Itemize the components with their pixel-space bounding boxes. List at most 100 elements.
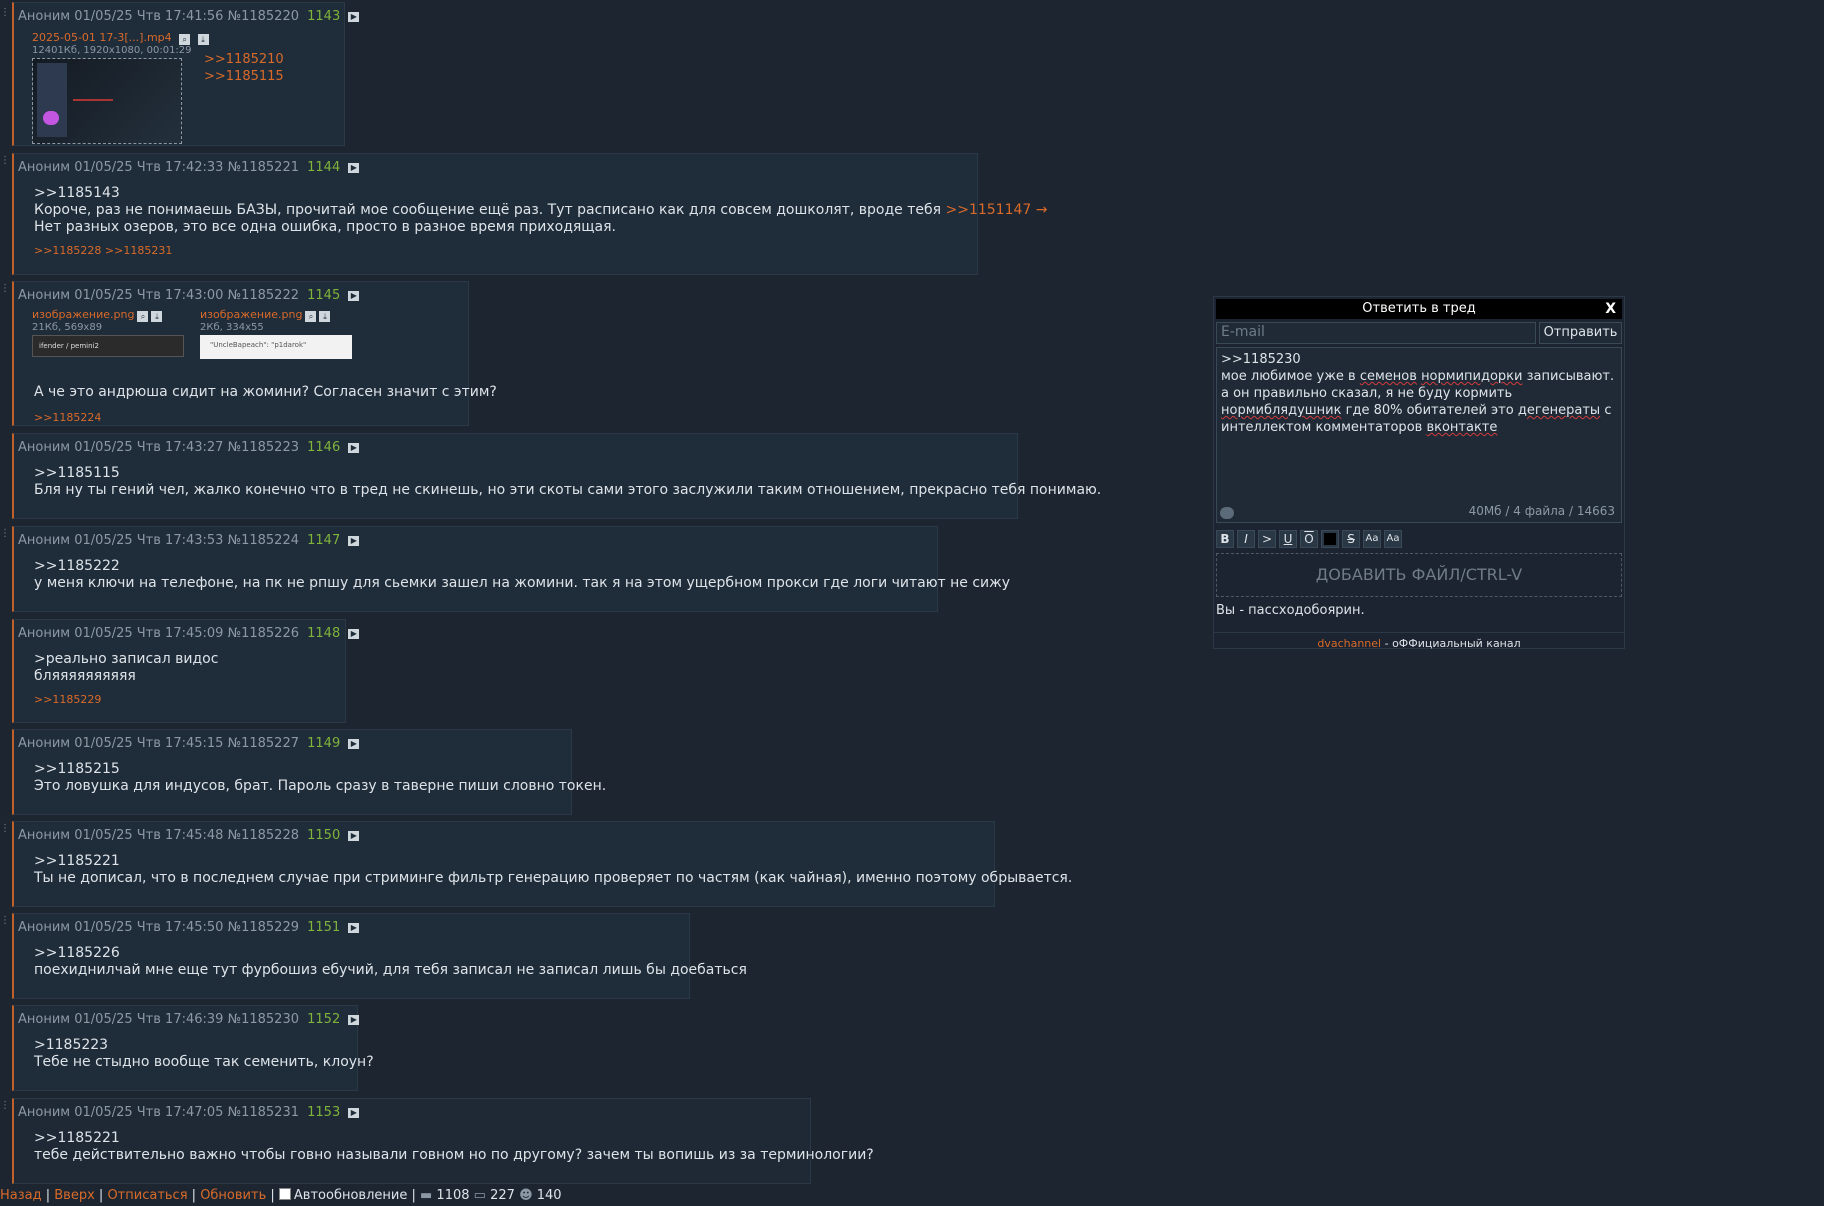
post-text: Ты не дописал, что в последнем случае пр… [34, 870, 1073, 886]
post-number: 1144 [307, 160, 341, 175]
post-id[interactable]: №1185226 [228, 626, 299, 641]
unsubscribe-link[interactable]: Отписаться [107, 1188, 187, 1203]
post-id[interactable]: №1185230 [228, 1012, 299, 1027]
reply-form: Ответить в тред X E-mail Отправить >>118… [1213, 296, 1625, 650]
quote-button[interactable]: > [1258, 530, 1276, 548]
post-1144: Аноним 01/05/25 Чтв 17:42:33 №1185221 11… [12, 153, 1047, 275]
file-block: 2025-05-01 17-3[...].mp4 ⌕ ⤓ 12401Кб, 19… [32, 29, 209, 144]
post-author: Аноним [18, 533, 71, 548]
post-header: Аноним 01/05/25 Чтв 17:47:05 №1185231 11… [18, 1105, 796, 1120]
post-author: Аноним [18, 440, 71, 455]
quote-link[interactable]: >>1185222 [34, 558, 923, 575]
post-id[interactable]: №1185228 [228, 828, 299, 843]
file-name-link[interactable]: изображение.png [32, 308, 134, 321]
post-header: Аноним 01/05/25 Чтв 17:41:56 №1185220 11… [18, 9, 360, 24]
quote-link[interactable]: >>1151147 → [945, 202, 1047, 218]
bold-button[interactable]: B [1216, 530, 1234, 548]
email-field[interactable]: E-mail [1216, 322, 1536, 344]
autorefresh-checkbox[interactable] [278, 1188, 291, 1200]
reply-links[interactable]: >>1185228 >>1185231 [34, 244, 963, 257]
post-text: Нет разных озеров, это все одна ошибка, … [34, 219, 616, 235]
play-icon[interactable]: ▶ [348, 739, 360, 749]
up-link[interactable]: Вверх [54, 1188, 95, 1203]
quote-link[interactable]: >>1185143 [34, 185, 963, 202]
users-count-icon: ☻ [519, 1188, 533, 1203]
quote-link[interactable]: >>1185221 [34, 1130, 796, 1147]
post-id[interactable]: №1185222 [228, 288, 299, 303]
post-id[interactable]: №1185229 [228, 920, 299, 935]
italic-button[interactable]: I [1237, 530, 1255, 548]
download-icon[interactable]: ⤓ [197, 34, 209, 45]
file-block: изображение.png ⌕ ⤓ 21Кб, 569x89 ifender /… [32, 306, 187, 357]
channel-link[interactable]: dvachannel [1317, 637, 1381, 650]
add-file-dropzone[interactable]: ДОБАВИТЬ ФАЙЛ/CTRL-V [1216, 553, 1622, 597]
post-id[interactable]: №1185231 [228, 1105, 299, 1120]
play-icon[interactable]: ▶ [348, 1015, 360, 1025]
quote-link[interactable]: >>1185226 [34, 945, 675, 962]
file-name-link[interactable]: 2025-05-01 17-3[...].mp4 [32, 31, 172, 44]
reply-form-title-bar[interactable]: Ответить в тред X [1216, 299, 1622, 319]
superscript-button[interactable]: Aa [1363, 530, 1381, 548]
post-text: Это ловушка для индусов, брат. Пароль ср… [34, 778, 607, 794]
search-icon[interactable]: ⌕ [137, 311, 149, 322]
play-icon[interactable]: ▶ [348, 629, 360, 639]
cloud-icon[interactable] [1220, 507, 1234, 519]
play-icon[interactable]: ▶ [348, 163, 360, 173]
message-textarea[interactable]: >>1185230 мое любимое уже в семенов норм… [1216, 347, 1622, 523]
play-icon[interactable]: ▶ [348, 831, 360, 841]
spoiler-button[interactable] [1321, 530, 1339, 548]
video-thumbnail[interactable] [32, 58, 182, 144]
post-header: Аноним 01/05/25 Чтв 17:42:33 №1185221 11… [18, 160, 963, 175]
file-meta: 2Кб, 334x55 [200, 322, 264, 333]
search-icon[interactable]: ⌕ [179, 34, 191, 45]
files-count: 227 [490, 1188, 515, 1203]
post-id[interactable]: №1185223 [228, 440, 299, 455]
play-icon[interactable]: ▶ [348, 536, 360, 546]
send-button[interactable]: Отправить [1539, 322, 1622, 344]
post-body: >>1185221 Ты не дописал, что в последнем… [34, 853, 1073, 887]
post-1147: Аноним 01/05/25 Чтв 17:43:53 №1185224 11… [12, 526, 1010, 612]
message-line: >>1185230 [1221, 352, 1301, 367]
post-author: Аноним [18, 1012, 71, 1027]
download-icon[interactable]: ⤓ [319, 311, 331, 322]
strike-button[interactable]: S [1342, 530, 1360, 548]
reply-links[interactable]: >>1185229 [34, 693, 331, 706]
post-id[interactable]: №1185221 [228, 160, 299, 175]
post-number: 1146 [307, 440, 341, 455]
post-id[interactable]: №1185224 [228, 533, 299, 548]
thumbnail-sidebar [37, 63, 67, 137]
post-marker: ⋮ [0, 915, 10, 926]
underline-button[interactable]: U [1279, 530, 1297, 548]
download-icon[interactable]: ⤓ [151, 311, 163, 322]
play-icon[interactable]: ▶ [348, 1108, 360, 1118]
reply-links[interactable]: >>1185224 [34, 411, 101, 424]
quote-link[interactable]: >>1185115 [204, 68, 284, 85]
image-thumbnail[interactable]: ifender / pemini2 [32, 335, 184, 357]
play-icon[interactable]: ▶ [348, 443, 360, 453]
play-icon[interactable]: ▶ [348, 923, 360, 933]
play-icon[interactable]: ▶ [348, 12, 360, 22]
overline-button[interactable]: O [1300, 530, 1318, 548]
quote-link[interactable]: >>1185115 [34, 465, 1003, 482]
file-name-link[interactable]: изображение.png [200, 308, 302, 321]
refresh-link[interactable]: Обновить [200, 1188, 266, 1203]
back-link[interactable]: Назад [0, 1188, 42, 1203]
quote-link[interactable]: >>1185215 [34, 761, 557, 778]
close-button[interactable]: X [1605, 299, 1616, 319]
post-number: 1149 [307, 736, 341, 751]
post-id[interactable]: №1185220 [228, 9, 299, 24]
post-text: поехиднилчай мне еще тут фурбошиз ебучий… [34, 962, 747, 978]
quote-link[interactable]: >>1185221 [34, 853, 980, 870]
post-id[interactable]: №1185227 [228, 736, 299, 751]
email-placeholder: E-mail [1221, 324, 1265, 340]
post-1143: Аноним 01/05/25 Чтв 17:41:56 №1185220 11… [12, 2, 360, 146]
image-thumbnail[interactable]: "UncleBapeach": "p1darok" [200, 335, 352, 359]
post-body: >>1185215 Это ловушка для индусов, брат.… [34, 761, 607, 795]
quote-link[interactable]: >>1185210 [204, 51, 284, 68]
search-icon[interactable]: ⌕ [305, 311, 317, 322]
post-date: 01/05/25 Чтв 17:43:00 [74, 288, 224, 303]
post-number: 1151 [307, 920, 341, 935]
post-date: 01/05/25 Чтв 17:42:33 [74, 160, 224, 175]
subscript-button[interactable]: Aa [1384, 530, 1402, 548]
play-icon[interactable]: ▶ [348, 291, 360, 301]
